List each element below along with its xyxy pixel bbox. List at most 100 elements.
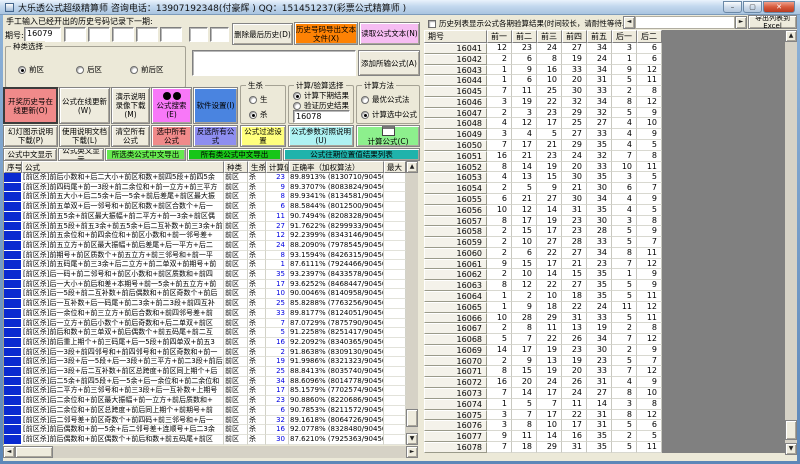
export-selected-chinese-button[interactable]: 所选类公式中文导出	[105, 148, 186, 161]
row-select-cell[interactable]	[4, 260, 22, 270]
formula-param-doc-button[interactable]: 公式参数对照说明(U)	[288, 125, 354, 147]
header-front-1[interactable]: 前一	[487, 30, 512, 43]
row-select-cell[interactable]	[4, 396, 22, 406]
front-number-input-5[interactable]	[160, 27, 182, 42]
scrollbar-thumb[interactable]	[15, 446, 53, 458]
scrollbar-track[interactable]	[635, 16, 735, 29]
radio-front-back-area[interactable]: 前后区	[130, 64, 164, 75]
formula-row[interactable]: [前区杀]后一3段+后一5段+后一3段+前三平方+前二3段+前后前区杀1991.…	[4, 357, 406, 367]
radio-icon[interactable]	[76, 66, 84, 74]
verify-issue-input[interactable]: 16078	[293, 110, 350, 123]
radio-icon[interactable]	[361, 96, 369, 104]
row-select-cell[interactable]	[4, 416, 22, 426]
row-select-cell[interactable]	[4, 299, 22, 309]
front-number-input-4[interactable]	[136, 27, 158, 42]
formula-row[interactable]: [前区杀]前后重上期个+前三码尾+后一5段+前四单双+前五3前区杀1692.20…	[4, 338, 406, 348]
row-select-cell[interactable]	[4, 173, 22, 183]
select-all-formulas-button[interactable]: 选中所有公式	[151, 125, 192, 147]
add-formula-button[interactable]: 添加所输公式(A)	[358, 50, 420, 76]
header-front-2[interactable]: 前二	[512, 30, 537, 43]
row-select-cell[interactable]	[4, 406, 22, 416]
header-back-2[interactable]: 后二	[637, 30, 662, 43]
header-issue[interactable]: 期号	[424, 30, 487, 43]
calculate-formula-button[interactable]: 计算公式(C)	[356, 125, 420, 147]
header-formula[interactable]: 公式	[22, 161, 224, 173]
radio-icon[interactable]	[293, 92, 301, 100]
formula-row[interactable]: [前区杀]后二平方+前三邻号和+前三3段+后一互补数+上期号前区杀1785.15…	[4, 386, 406, 396]
formula-row[interactable]: [前区杀]后一大小+前后和差+本期号+前一5余+前五立方+前前区杀1793.62…	[4, 280, 406, 290]
header-index[interactable]: 序号	[4, 161, 22, 173]
update-lottery-history-button[interactable]: 开奖历史号在线更新(O)	[3, 87, 58, 124]
front-number-input-1[interactable]	[64, 27, 86, 42]
row-select-cell[interactable]	[4, 319, 22, 329]
formula-horizontal-scrollbar[interactable]: ◄ ►	[3, 446, 418, 458]
header-type[interactable]: 种类	[224, 161, 248, 173]
formula-row[interactable]: [前区杀]后一互补数+后一码尾+前二3余+前二3段+前四互补前区杀2585.82…	[4, 299, 406, 309]
scroll-up-icon[interactable]: ▲	[406, 161, 418, 173]
formula-row[interactable]: [前区杀]后一余位和+前三立方+前后合数和+前四邻号差+前前区杀3389.817…	[4, 309, 406, 319]
formula-row[interactable]: [前区杀]后一3段+前四邻号和+前四邻号和+前区奇数和+前一前区杀291.863…	[4, 348, 406, 358]
radio-icon[interactable]	[130, 66, 138, 74]
front-number-input-2[interactable]	[88, 27, 110, 42]
scrollbar-thumb[interactable]	[785, 420, 797, 440]
formula-entry-input[interactable]	[192, 50, 356, 76]
manual-download-button[interactable]: 使用说明文档下载(L)	[59, 125, 110, 147]
row-select-cell[interactable]	[4, 338, 22, 348]
show-results-checkbox[interactable]: 历史列表显示公式各期验算结果(时间较长，请耐性等待...)	[428, 18, 632, 29]
back-number-input-1[interactable]	[189, 27, 208, 42]
row-select-cell[interactable]	[4, 251, 22, 261]
row-select-cell[interactable]	[4, 202, 22, 212]
row-select-cell[interactable]	[4, 309, 22, 319]
radio-icon[interactable]	[293, 102, 301, 110]
formula-row[interactable]: [前区杀]后二5余+前四5段+后一5余+后一余位和+前二余位和前区杀3488.6…	[4, 377, 406, 387]
row-select-cell[interactable]	[4, 357, 22, 367]
formula-row[interactable]: [前区杀]后一码+前二邻号和+前区小数和+前区质数和+前四前区杀3593.239…	[4, 270, 406, 280]
formula-row[interactable]: [前区杀]前五大小+后二5余+后一5余+前后差尾+前区最大振前区杀889.934…	[4, 192, 406, 202]
formula-search-button[interactable]: 公式搜索(E)	[151, 87, 192, 124]
scroll-left-icon[interactable]: ◄	[3, 446, 15, 458]
radio-life[interactable]: 生	[249, 94, 268, 105]
scroll-down-icon[interactable]: ▼	[785, 443, 797, 455]
formula-row[interactable]: [前区杀]前后和数+前三单双+前后偶数个+前五码尾+前二互前区杀591.2258…	[4, 328, 406, 338]
title-bar[interactable]: 大乐透公式超级精算师 咨询电话：13907192348(付豪辉 ) QQ：151…	[0, 0, 800, 15]
formula-row[interactable]: [前区杀]后一3段+后二互补数+前区总跨度+前区同上期个+后前区杀2588.84…	[4, 367, 406, 377]
formula-english-display-button[interactable]: 公式英文显示	[58, 148, 104, 161]
history-horizontal-scrollbar[interactable]: ◄ ►	[623, 16, 747, 29]
formula-row[interactable]: [前区杀]前五5余+前区最大振幅+前二平方+前一3余+前区偶前区杀1190.74…	[4, 212, 406, 222]
radio-icon[interactable]	[249, 111, 257, 119]
formula-row[interactable]: [前区杀]前五余位和+前四余位和+前区小数和+前一邻号差+前区杀1292.239…	[4, 231, 406, 241]
row-select-cell[interactable]	[4, 270, 22, 280]
formula-row[interactable]: [前区杀]后二余位和+前区总跨度+前后同上期个+前期号+前前区杀690.7853…	[4, 406, 406, 416]
row-select-cell[interactable]	[4, 348, 22, 358]
radio-icon[interactable]	[361, 111, 369, 119]
formula-row[interactable]: [前区杀]后一5段+前二互补数+前后偶数和+前区奇数个+前后前区杀1090.00…	[4, 289, 406, 299]
header-calc-value[interactable]: 计算值	[266, 161, 289, 173]
formula-row[interactable]: [前区杀]前后偶数和+前一5余+后二邻号差+连顺号+后二3余前区杀1692.07…	[4, 425, 406, 435]
back-number-input-2[interactable]	[210, 27, 229, 42]
radio-icon[interactable]	[249, 96, 257, 104]
header-front-4[interactable]: 前四	[562, 30, 587, 43]
formula-row[interactable]: [前区杀]前五5段+前五3余+前五5余+后二互补数+前三3余+前前区杀2791.…	[4, 222, 406, 232]
radio-optimal-formula[interactable]: 最优公式法	[361, 94, 410, 105]
formula-filter-settings-button[interactable]: 公式过滤设置	[240, 125, 286, 147]
scroll-right-icon[interactable]: ►	[406, 446, 418, 458]
radio-back-area[interactable]: 后区	[76, 64, 102, 75]
clear-all-formulas-button[interactable]: 清空所有公式	[111, 125, 150, 147]
scrollbar-thumb[interactable]	[406, 409, 418, 427]
radio-kill[interactable]: 杀	[249, 109, 268, 120]
row-select-cell[interactable]	[4, 222, 22, 232]
software-settings-button[interactable]: 软件设置(I)	[193, 87, 238, 124]
header-max[interactable]: 最大	[384, 161, 406, 173]
formula-chinese-display-button[interactable]: 公式中文显示	[3, 148, 57, 161]
checkbox-icon[interactable]	[428, 20, 436, 28]
radio-front-area[interactable]: 前区	[18, 64, 44, 75]
export-history-text-button[interactable]: 历史号码导出文本文件(X)	[294, 22, 358, 45]
formula-vertical-scrollbar[interactable]: ▲ ▼	[406, 161, 418, 445]
scroll-down-icon[interactable]: ▼	[406, 433, 418, 445]
read-formula-text-button[interactable]: 读取公式文本(N)	[359, 22, 420, 45]
formula-row[interactable]: [前区杀]前五码尾+前三3余+后二立方+前二单双+前期号+前前区杀187.611…	[4, 260, 406, 270]
history-vertical-scrollbar[interactable]: ▲ ▼	[785, 30, 797, 455]
formula-row[interactable]: [前区杀]前五单双+后一邻号和+前区和数+前区合数个+后一前区杀688.5844…	[4, 202, 406, 212]
row-select-cell[interactable]	[4, 192, 22, 202]
minimize-button[interactable]: –	[723, 1, 742, 13]
